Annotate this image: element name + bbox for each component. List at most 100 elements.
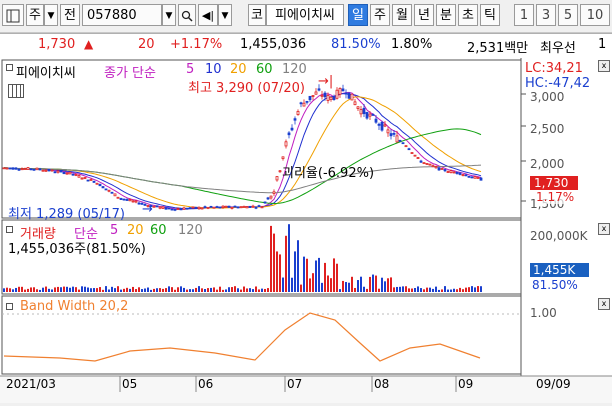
volume-panel-close-icon[interactable]: x xyxy=(598,223,610,235)
candle-body xyxy=(221,205,225,208)
volume-bar xyxy=(90,288,92,292)
up-arrow-icon: ▲ xyxy=(84,37,94,51)
volume-bar xyxy=(474,287,476,292)
step-1-button[interactable]: 1 xyxy=(514,4,534,26)
volume-pct-tag: 81.50% xyxy=(532,278,578,292)
volume-bar xyxy=(447,289,449,292)
layout-icon[interactable] xyxy=(2,4,24,26)
vol-ma20-label: 20 xyxy=(127,223,144,238)
step-10-button[interactable]: 10 xyxy=(580,4,610,26)
candle-body xyxy=(428,163,432,166)
volume-bar xyxy=(354,287,356,292)
tab-tick[interactable]: 틱 xyxy=(480,4,500,26)
candle-body xyxy=(467,175,471,178)
volume-bar xyxy=(252,289,254,292)
volume-bar xyxy=(219,286,221,292)
ma5-label: 5 xyxy=(186,62,195,77)
volume-bar xyxy=(336,263,338,292)
candle-body xyxy=(383,124,387,127)
candle-body xyxy=(164,207,168,210)
tab-year[interactable]: 년 xyxy=(414,4,434,26)
step-5-button[interactable]: 5 xyxy=(558,4,578,26)
volume-bar xyxy=(315,260,317,292)
tab-week[interactable]: 주 xyxy=(370,4,390,26)
ma20-label: 20 xyxy=(230,62,247,77)
volume-bar xyxy=(144,288,146,292)
tab-second[interactable]: 초 xyxy=(458,4,478,26)
tab-minute[interactable]: 분 xyxy=(436,4,456,26)
volume-bar xyxy=(156,288,158,292)
volume-bar xyxy=(426,287,428,292)
price-panel-close-icon[interactable]: x xyxy=(598,60,610,72)
candle-body xyxy=(188,207,192,210)
candle-body xyxy=(11,167,15,170)
volume-bar xyxy=(369,276,371,292)
candle-body xyxy=(236,206,240,209)
speaker-icon[interactable]: ◀| xyxy=(198,4,218,26)
volume-bar xyxy=(309,278,311,292)
volume-bar xyxy=(432,288,434,292)
volume-bar xyxy=(234,286,236,292)
price-change: 20 xyxy=(138,37,155,52)
band-panel-close-icon[interactable]: x xyxy=(598,298,610,310)
volume-bar xyxy=(456,289,458,292)
speaker-dropdown-icon[interactable]: ▼ xyxy=(218,4,232,26)
step-3-button[interactable]: 3 xyxy=(536,4,556,26)
candle-body xyxy=(458,172,462,175)
volume-bar xyxy=(126,287,128,292)
high-arrow-icon: →| xyxy=(318,74,334,89)
grid-toggle-icon[interactable] xyxy=(8,84,24,98)
volume-bar xyxy=(141,289,143,292)
volume-bar xyxy=(318,257,320,292)
candle-body xyxy=(266,197,270,200)
candle-body xyxy=(8,167,12,170)
type-select[interactable]: 주 xyxy=(26,4,44,26)
candle-body xyxy=(50,169,54,172)
volume-bar xyxy=(390,277,392,292)
volume-bar xyxy=(408,288,410,292)
candle-body xyxy=(371,113,375,116)
candle-body xyxy=(173,208,177,211)
candle-body xyxy=(389,133,393,137)
xaxis-label-08: 08 xyxy=(374,377,390,391)
candle-body xyxy=(425,163,429,165)
volume-bar xyxy=(48,288,50,292)
tab-day[interactable]: 일 xyxy=(348,4,368,26)
xaxis-label-07: 07 xyxy=(287,377,303,391)
vol-ma60-label: 60 xyxy=(150,223,167,238)
type-dropdown-icon[interactable]: ▼ xyxy=(44,4,58,26)
volume-bar xyxy=(78,289,80,292)
candle-body xyxy=(449,170,453,173)
candle-body xyxy=(89,179,93,181)
volume-bar xyxy=(363,286,365,292)
search-icon[interactable] xyxy=(178,4,196,26)
prefix-select[interactable]: 전 xyxy=(60,4,80,26)
hc-label: HC:-47,42 xyxy=(525,76,591,91)
volume-bar xyxy=(417,286,419,292)
volume-bar xyxy=(60,287,62,292)
candle-body xyxy=(62,171,66,175)
stock-code-input[interactable]: 057880 xyxy=(82,4,162,26)
stock-name[interactable]: 피에이치씨 xyxy=(266,4,344,26)
volume-bar xyxy=(111,286,113,292)
volume-bar xyxy=(384,281,386,292)
volume-bar xyxy=(6,287,8,292)
volume-bar xyxy=(435,286,437,292)
candle-body xyxy=(422,162,426,165)
volume-bar xyxy=(312,273,314,292)
volume-bar xyxy=(294,251,296,292)
tab-month[interactable]: 월 xyxy=(392,4,412,26)
candle-body xyxy=(434,166,438,169)
candle-body xyxy=(377,123,381,126)
code-dropdown-icon[interactable]: ▼ xyxy=(162,4,176,26)
candle-body xyxy=(68,171,72,175)
volume-bar xyxy=(105,286,107,292)
candle-body xyxy=(473,176,477,179)
candle-body xyxy=(251,205,255,208)
volume-bar xyxy=(285,235,287,292)
candle-body xyxy=(212,206,216,209)
candle-body xyxy=(320,94,324,97)
ytick-2500: 2,500 xyxy=(530,122,565,136)
volume-bar xyxy=(462,289,464,292)
candle-body xyxy=(86,179,90,182)
